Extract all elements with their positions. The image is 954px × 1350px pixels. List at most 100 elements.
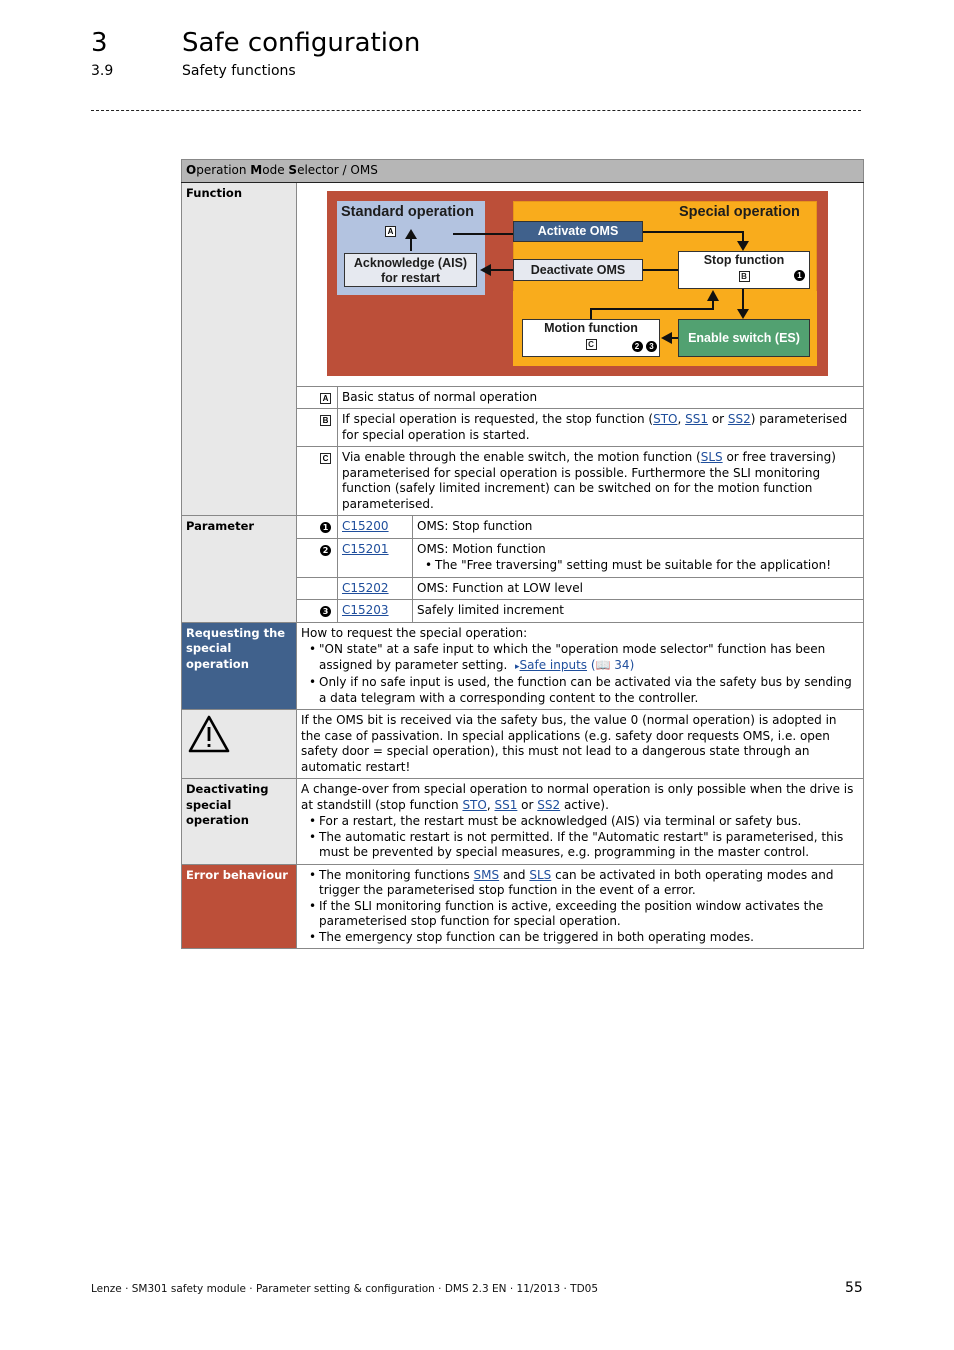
special-operation-title: Special operation <box>679 203 800 220</box>
param-marker: 3 <box>296 599 338 623</box>
text: or <box>708 412 728 426</box>
warning-icon-cell <box>181 709 297 779</box>
link-ss1[interactable]: SS1 <box>494 798 517 812</box>
error-row: Error behaviour The monitoring functions… <box>181 863 864 949</box>
circle-marker-3: 3 <box>646 340 657 352</box>
link-sto[interactable]: STO <box>653 412 677 426</box>
arrowhead <box>737 240 749 251</box>
param-desc: OMS: Function at LOW level <box>412 576 864 600</box>
requesting-label: Requesting the special operation <box>181 621 297 710</box>
parameter-label-text: Parameter <box>186 519 255 533</box>
enable-switch-box: Enable switch (ES) <box>678 318 810 357</box>
link-sls[interactable]: SLS <box>529 868 551 882</box>
function-diagram-row: Function Standard operation A Special op… <box>181 181 864 516</box>
stop-markers: B 1 <box>679 268 809 284</box>
oms-table: Operation Mode Selector / OMS Function S… <box>181 159 864 949</box>
dashed-divider <box>91 110 861 111</box>
chapter-number: 3 <box>91 28 108 58</box>
error-bullet-2: If the SLI monitoring function is active… <box>309 899 859 930</box>
legend-text-a: Basic status of normal operation <box>337 385 864 409</box>
param-link-c15203[interactable]: C15203 <box>342 603 389 617</box>
param-note-list: The "Free traversing" setting must be su… <box>417 558 859 574</box>
requesting-content: How to request the special operation: "O… <box>296 621 864 710</box>
error-list: The monitoring functions SMS and SLS can… <box>301 868 859 946</box>
activate-oms-box: Activate OMS <box>513 220 643 242</box>
acknowledge-restart-box: Acknowledge (AIS) for restart <box>344 252 477 287</box>
param-marker: 2 <box>296 537 338 578</box>
title-part: elector / OMS <box>297 163 378 177</box>
error-label: Error behaviour <box>181 863 297 949</box>
chapter-title: Safe configuration <box>182 28 421 58</box>
deactivating-content: A change-over from special operation to … <box>296 778 864 865</box>
param-desc-text: OMS: Motion function <box>417 541 546 556</box>
circle-marker-1: 1 <box>320 522 331 533</box>
function-label-text: Function <box>186 185 243 200</box>
title-part: peration <box>196 163 251 177</box>
requesting-row: Requesting the special operation How to … <box>181 621 864 710</box>
requesting-list: "ON state" at a safe input to which the … <box>301 642 859 706</box>
deactivating-row: Deactivating special operation A change-… <box>181 778 864 865</box>
deactivating-bullet-2: The automatic restart is not permitted. … <box>309 830 859 861</box>
page-number: 55 <box>845 1280 863 1296</box>
param-marker: 1 <box>296 515 338 539</box>
deactivating-list: For a restart, the restart must be ackno… <box>301 814 859 861</box>
link-ss2[interactable]: SS2 <box>728 412 751 426</box>
arrowhead <box>480 263 491 276</box>
legend-text-c: Via enable through the enable switch, th… <box>337 446 864 516</box>
warning-row: If the OMS bit is received via the safet… <box>181 709 864 779</box>
table-title: Operation Mode Selector / OMS <box>181 159 864 183</box>
param-code-cell: C15203 <box>337 599 413 623</box>
text: and <box>499 867 530 882</box>
title-initial-m: M <box>250 163 263 177</box>
stop-function-label: Stop function <box>703 252 785 267</box>
arrow-motion-to-stop <box>590 296 714 319</box>
link-ss2[interactable]: SS2 <box>537 798 560 812</box>
marker-c-box: C <box>585 338 597 350</box>
requesting-bullet-2: Only if no safe input is used, the funct… <box>309 675 859 706</box>
legend-marker-c: C <box>296 446 338 516</box>
arrowhead <box>707 289 719 301</box>
deactivating-label: Deactivating special operation <box>181 778 297 865</box>
arrowhead <box>405 228 417 239</box>
param-desc: OMS: Motion function The "Free traversin… <box>412 537 864 578</box>
param-link-c15201[interactable]: C15201 <box>342 542 389 556</box>
link-sto[interactable]: STO <box>462 798 486 812</box>
legend-text-b: If special operation is requested, the s… <box>337 408 864 447</box>
link-ss1[interactable]: SS1 <box>685 412 708 426</box>
oms-diagram: Standard operation A Special operation A… <box>327 190 828 376</box>
title-initial-s: S <box>288 163 298 177</box>
motion-function-label: Motion function <box>544 320 638 335</box>
page-reference[interactable]: (📖 34) <box>591 658 634 672</box>
legend-marker-b: B <box>296 408 338 447</box>
text: If special operation is requested, the s… <box>342 412 654 426</box>
text: , <box>677 412 686 426</box>
marker-c-icon: C <box>320 453 331 464</box>
arrow-activate-to-stop <box>643 230 744 243</box>
param-link-c15200[interactable]: C15200 <box>342 519 389 533</box>
footer-text: Lenze · SM301 safety module · Parameter … <box>91 1283 599 1295</box>
safe-inputs-link[interactable]: Safe inputs <box>520 658 588 672</box>
param-marker-empty <box>296 576 338 600</box>
circle-marker-2: 2 <box>631 340 643 352</box>
circle-marker-3: 3 <box>320 606 331 617</box>
parameter-label: Parameter <box>181 515 297 623</box>
param-link-c15202[interactable]: C15202 <box>342 581 389 595</box>
circle-marker-1: 1 <box>794 269 805 281</box>
section-number: 3.9 <box>91 63 114 79</box>
deactivate-oms-box: Deactivate OMS <box>513 258 643 281</box>
deactivating-intro: A change-over from special operation to … <box>301 782 859 813</box>
marker-a: A <box>385 223 396 239</box>
param-code-cell: C15200 <box>337 515 413 539</box>
param-desc: Safely limited increment <box>412 599 864 623</box>
param-code-cell: C15201 <box>337 537 413 578</box>
section-title: Safety functions <box>182 63 296 79</box>
link-sls[interactable]: SLS <box>701 450 723 464</box>
marker-a-box: A <box>385 225 396 237</box>
circle-markers-2-3: 2 3 <box>631 338 657 353</box>
function-label: Function <box>181 181 297 516</box>
text: or <box>517 797 538 812</box>
link-sms[interactable]: SMS <box>474 868 500 882</box>
standard-operation-title: Standard operation <box>341 203 474 220</box>
warning-triangle-icon <box>188 715 230 753</box>
param-code-cell: C15202 <box>337 576 413 600</box>
